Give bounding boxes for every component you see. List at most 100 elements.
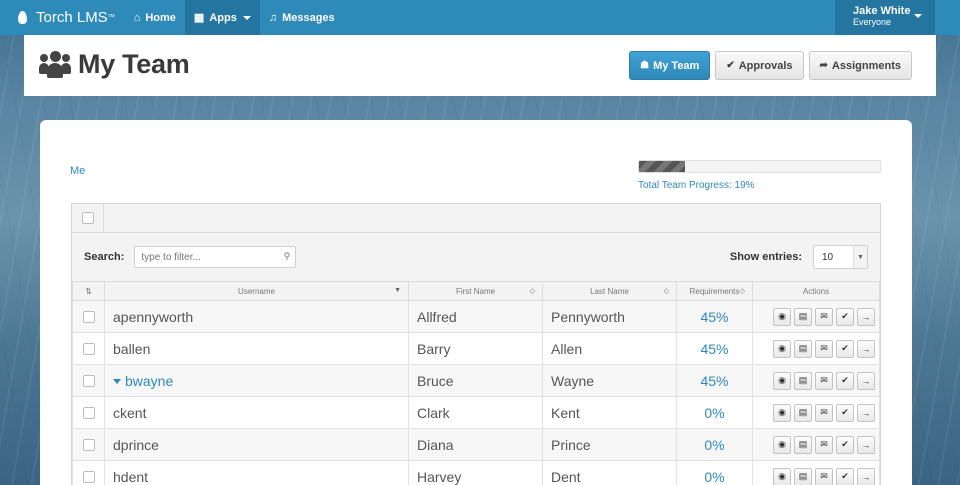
sort-icon: ◇ — [663, 288, 669, 295]
row-checkbox[interactable] — [82, 406, 95, 419]
team-table-container: Search: ⚲ Show entries: 10 ▼ ⇅ Username ▼ — [71, 203, 881, 485]
user-group: Everyone — [853, 17, 892, 27]
envelope-action-button[interactable]: ✉ — [815, 435, 833, 454]
caret-down-icon — [113, 379, 121, 385]
table-row: hdent Harvey Dent 0% ◉ ▤ ✉ ✔ → — [72, 460, 880, 485]
envelope-action-button[interactable]: ✉ — [815, 467, 833, 485]
column-requirements[interactable]: Requirements ◇ — [676, 281, 753, 301]
arrow-right-icon: → — [861, 343, 871, 354]
nav-messages-label: Messages — [282, 11, 335, 24]
search-input[interactable] — [134, 246, 297, 268]
check-action-button[interactable]: ✔ — [836, 339, 854, 358]
nav-apps[interactable]: ▦ Apps — [184, 0, 260, 35]
requirements-cell[interactable]: 45% — [676, 364, 753, 397]
eye-action-button[interactable]: ◉ — [773, 307, 791, 326]
nav-messages[interactable]: ♫ Messages — [260, 0, 344, 35]
entries-select[interactable]: 10 ▼ — [813, 245, 868, 269]
first-name-cell: Harvey — [408, 460, 543, 485]
team-card: Me Total Team Progress: 19% Search: ⚲ Sh… — [40, 120, 912, 485]
arrow-right-action-button[interactable]: → — [857, 403, 875, 422]
clipboard-action-button[interactable]: ▤ — [794, 403, 812, 422]
chevron-down-icon — [914, 14, 922, 18]
eye-action-button[interactable]: ◉ — [773, 339, 791, 358]
actions-cell: ◉ ▤ ✉ ✔ → — [752, 460, 880, 485]
assignments-button[interactable]: ➦ Assignments — [808, 51, 912, 80]
username: ckent — [113, 404, 147, 421]
arrow-right-icon: → — [861, 439, 871, 450]
check-icon: ✔ — [841, 375, 849, 385]
eye-icon: ◉ — [778, 471, 786, 481]
bell-icon: ♫ — [268, 11, 278, 24]
row-checkbox[interactable] — [82, 342, 95, 355]
row-checkbox[interactable] — [82, 438, 95, 451]
check-action-button[interactable]: ✔ — [836, 307, 854, 326]
envelope-action-button[interactable]: ✉ — [815, 339, 833, 358]
row-checkbox[interactable] — [82, 470, 95, 483]
me-link[interactable]: Me — [70, 165, 85, 177]
nav-home[interactable]: ⌂ Home — [125, 0, 185, 35]
column-username[interactable]: Username ▼ — [104, 281, 409, 301]
requirements-cell[interactable]: 0% — [676, 460, 753, 485]
requirements-percent: 0% — [704, 468, 725, 485]
row-checkbox[interactable] — [82, 310, 95, 323]
eye-action-button[interactable]: ◉ — [773, 371, 791, 390]
envelope-action-button[interactable]: ✉ — [815, 403, 833, 422]
clipboard-action-button[interactable]: ▤ — [794, 307, 812, 326]
eye-icon: ◉ — [778, 375, 786, 385]
arrow-right-action-button[interactable]: → — [857, 339, 875, 358]
first-name-cell: Diana — [408, 428, 543, 461]
sort-icon: ◇ — [739, 288, 745, 295]
last-name-cell: Pennyworth — [542, 300, 677, 333]
requirements-cell[interactable]: 0% — [676, 428, 753, 461]
first-name: Clark — [417, 404, 450, 421]
team-progress-fill — [639, 161, 685, 172]
requirements-cell[interactable]: 45% — [676, 332, 753, 365]
username: dprince — [113, 436, 159, 453]
last-name-cell: Prince — [542, 428, 677, 461]
eye-action-button[interactable]: ◉ — [773, 403, 791, 422]
row-checkbox[interactable] — [82, 374, 95, 387]
eye-icon: ◉ — [778, 407, 786, 417]
first-name: Diana — [417, 436, 454, 453]
entries-control: Show entries: 10 ▼ — [730, 245, 868, 269]
clipboard-action-button[interactable]: ▤ — [794, 467, 812, 485]
eye-action-button[interactable]: ◉ — [773, 467, 791, 485]
username-cell[interactable]: bwayne — [104, 364, 409, 397]
sort-select-column[interactable]: ⇅ — [72, 281, 105, 301]
eye-action-button[interactable]: ◉ — [773, 435, 791, 454]
arrow-right-action-button[interactable]: → — [857, 435, 875, 454]
envelope-action-button[interactable]: ✉ — [815, 307, 833, 326]
check-action-button[interactable]: ✔ — [836, 467, 854, 485]
user-menu[interactable]: Jake White Everyone — [835, 0, 935, 35]
my-team-button[interactable]: ☗ My Team — [629, 51, 711, 80]
table-row: apennyworth Allfred Pennyworth 45% ◉ ▤ ✉ ✔ → — [72, 300, 880, 333]
clipboard-action-button[interactable]: ▤ — [794, 435, 812, 454]
requirements-percent: 0% — [704, 436, 725, 453]
clipboard-action-button[interactable]: ▤ — [794, 371, 812, 390]
select-all-checkbox[interactable] — [81, 212, 94, 224]
requirements-percent: 45% — [700, 308, 729, 325]
brand-logo-link[interactable]: Torch LMS ™ — [0, 0, 125, 35]
requirements-cell[interactable]: 0% — [676, 396, 753, 429]
eye-icon: ◉ — [778, 439, 786, 449]
arrow-right-action-button[interactable]: → — [857, 371, 875, 390]
users-icon — [39, 50, 71, 79]
clipboard-action-button[interactable]: ▤ — [794, 339, 812, 358]
arrow-right-action-button[interactable]: → — [857, 307, 875, 326]
table-row: ballen Barry Allen 45% ◉ ▤ ✉ ✔ → — [72, 332, 880, 365]
envelope-action-button[interactable]: ✉ — [815, 371, 833, 390]
check-action-button[interactable]: ✔ — [836, 371, 854, 390]
arrow-right-action-button[interactable]: → — [857, 467, 875, 485]
first-name: Harvey — [417, 468, 462, 485]
requirements-cell[interactable]: 45% — [676, 300, 753, 333]
last-name: Prince — [551, 436, 591, 453]
last-name-cell: Dent — [542, 460, 677, 485]
check-action-button[interactable]: ✔ — [836, 435, 854, 454]
column-first-name[interactable]: First Name ◇ — [408, 281, 543, 301]
column-last-name[interactable]: Last Name ◇ — [542, 281, 677, 301]
last-name: Dent — [551, 468, 581, 485]
check-action-button[interactable]: ✔ — [836, 403, 854, 422]
actions-cell: ◉ ▤ ✉ ✔ → — [752, 428, 880, 461]
nav-apps-label: Apps — [209, 11, 237, 24]
approvals-button[interactable]: ✔ Approvals — [715, 51, 804, 80]
